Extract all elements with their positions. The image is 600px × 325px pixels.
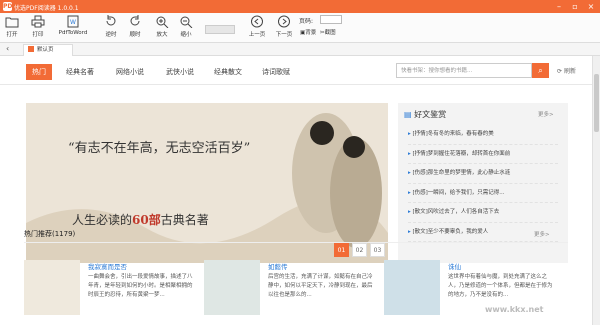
- book-title[interactable]: 如懿传: [268, 261, 288, 271]
- search-button[interactable]: ⌕: [532, 63, 549, 78]
- refresh-button[interactable]: ⟳ 刷新: [557, 66, 576, 75]
- nav-poetry[interactable]: 诗词歌赋: [262, 67, 290, 77]
- svg-text:W: W: [70, 19, 76, 26]
- banner-subtitle-a: 人生必读的: [72, 213, 133, 227]
- app-title: 优选PDF阅读器 1.0.0.1: [14, 5, 79, 12]
- maximize-icon[interactable]: ▫: [567, 0, 583, 13]
- divider: [24, 242, 568, 243]
- prev-page-label: 上一页: [248, 32, 266, 38]
- title-bar: PDF 优选PDF阅读器 1.0.0.1 – ▫ ×: [0, 0, 600, 13]
- prev-page-button[interactable]: 上一页: [247, 14, 267, 42]
- word-convert-icon: W: [67, 15, 79, 28]
- arrow-left-icon: [251, 15, 263, 28]
- nav-wuxia[interactable]: 武侠小说: [166, 67, 194, 77]
- vertical-scrollbar[interactable]: [592, 56, 600, 325]
- book-card[interactable]: 我寂寞而是否 一曲舞会舍，引出一段爱情故事，描述了八年青，是年轻到如何的小时。是…: [24, 260, 196, 315]
- zoom-in-label: 放大: [156, 32, 168, 38]
- book-desc: 一曲舞会舍，引出一段爱情故事，描述了八年青，是年轻到如何的小时。是相聚相拥的时辰…: [88, 274, 193, 298]
- close-icon[interactable]: ×: [583, 0, 599, 13]
- rotate-left-button[interactable]: 逆时: [103, 14, 119, 42]
- search-input[interactable]: 快看书架：搜你想看的书籍...: [396, 63, 532, 78]
- featured-title: ▤ 好文鉴赏: [404, 109, 446, 120]
- print-button[interactable]: 打印: [30, 14, 46, 42]
- zoom-in-icon: [156, 16, 169, 28]
- nav-classics[interactable]: 经典名著: [66, 67, 94, 77]
- print-label: 打印: [32, 32, 44, 38]
- list-item[interactable]: [抒情]梦到握住花落瓣，却转首在你面前: [408, 145, 558, 164]
- banner-subtitle: 人生必读的60部古典名著: [72, 211, 209, 228]
- nav-prose[interactable]: 经典散文: [214, 67, 242, 77]
- tab-bar: ‹ 默认页: [0, 43, 600, 56]
- search-icon: ⌕: [538, 66, 543, 75]
- rotate-right-icon: [130, 15, 140, 26]
- refresh-icon: ⟳: [557, 68, 563, 75]
- nav-web-novels[interactable]: 网络小说: [116, 67, 144, 77]
- list-item[interactable]: [伤感]一瞬间，给予我们，只需记得...: [408, 184, 558, 203]
- scrollbar-thumb[interactable]: [594, 74, 599, 132]
- open-label: 打开: [6, 32, 18, 38]
- featured-title-text: 好文鉴赏: [414, 110, 447, 119]
- list-item[interactable]: [抒情]冬有冬的来临，春有春的美: [408, 125, 558, 145]
- book-cover: [204, 260, 260, 315]
- tab-icon: [28, 46, 34, 52]
- tab-default-label: 默认页: [37, 47, 54, 53]
- zoom-out-label: 缩小: [180, 32, 192, 38]
- banner-carousel[interactable]: “有志不在年高，无志空活百岁” 人生必读的60部古典名著 01 02 03: [26, 103, 388, 263]
- carousel-dot-2[interactable]: 02: [352, 243, 367, 257]
- book-cover: [384, 260, 440, 315]
- back-arrow-icon[interactable]: ‹: [6, 44, 9, 53]
- background-button[interactable]: ▣背景: [300, 28, 316, 36]
- page-label: 页码:: [299, 18, 314, 25]
- pdf-to-word-label: PdfToWord: [58, 30, 88, 36]
- folder-icon: [5, 17, 19, 28]
- book-desc: 后宫的生活，充满了计谋，如懿有在自己冷静中，如何以平定天下，冷静到现在，最后以往…: [268, 274, 373, 298]
- background-label: 背景: [305, 30, 317, 36]
- app-logo-icon: PDF: [3, 2, 17, 11]
- arrow-right-icon: [278, 15, 290, 28]
- open-button[interactable]: 打开: [4, 14, 20, 42]
- hot-recommend-title: 热门推荐(1179): [24, 230, 76, 238]
- toolbar: 打开 打印 W PdfToWord 逆时 顺时 放大 缩小 上一页 下一页 页码…: [0, 13, 600, 43]
- refresh-label: 刷新: [563, 68, 576, 75]
- banner-subtitle-c: 古典名著: [160, 213, 209, 227]
- nav-hot[interactable]: 热门: [26, 64, 52, 80]
- watermark: www.kkx.net: [485, 305, 544, 314]
- rotate-right-label: 顺时: [129, 32, 141, 38]
- hot-more-link[interactable]: 更多>: [534, 230, 550, 238]
- book-icon: ▤: [404, 110, 412, 119]
- zoom-out-icon: [180, 16, 193, 28]
- carousel-dot-3[interactable]: 03: [370, 243, 385, 257]
- page-input[interactable]: [320, 15, 342, 24]
- list-item[interactable]: [伤感]那生命里的梦里情，此心静止水涟: [408, 164, 558, 184]
- minimize-icon[interactable]: –: [551, 0, 567, 13]
- category-nav: 热门 经典名著 网络小说 武侠小说 经典散文 诗词歌赋 快看书架：搜你想看的书籍…: [0, 56, 592, 85]
- banner-art: [26, 103, 388, 263]
- printer-icon: [31, 15, 45, 28]
- book-card[interactable]: 如懿传 后宫的生活，充满了计谋，如懿有在自己冷静中，如何以平定天下，冷静到现在，…: [204, 260, 376, 315]
- rotate-left-icon: [106, 15, 116, 26]
- zoom-out-button[interactable]: 缩小: [178, 14, 194, 42]
- featured-more-link[interactable]: 更多>: [538, 110, 554, 118]
- next-page-label: 下一页: [275, 32, 293, 38]
- book-cover: [24, 260, 80, 315]
- list-item[interactable]: [散文]风吹过去了，人们各自活下去: [408, 203, 558, 223]
- rotate-right-button[interactable]: 顺时: [127, 14, 143, 42]
- pdf-to-word-button[interactable]: W PdfToWord: [56, 14, 90, 42]
- screenshot-button[interactable]: ✂截图: [320, 28, 336, 36]
- banner-quote: “有志不在年高，无志空活百岁”: [68, 141, 251, 156]
- screenshot-label: 截图: [324, 30, 336, 36]
- next-page-button[interactable]: 下一页: [274, 14, 294, 42]
- book-title[interactable]: 我寂寞而是否: [88, 261, 127, 271]
- rotate-left-label: 逆时: [105, 32, 117, 38]
- banner-subtitle-b: 60部: [132, 213, 161, 227]
- start-page: 热门 经典名著 网络小说 武侠小说 经典散文 诗词歌赋 快看书架：搜你想看的书籍…: [0, 56, 592, 325]
- carousel-dot-1[interactable]: 01: [334, 243, 349, 257]
- zoom-select[interactable]: [205, 25, 235, 34]
- tab-default[interactable]: 默认页: [23, 44, 73, 56]
- book-desc: 这世界中有着仙与魔，到处充满了这么之人，乃是修道的一个体系，但都是在于修为的地方…: [448, 274, 553, 298]
- book-title[interactable]: 诛仙: [448, 261, 461, 271]
- featured-articles-panel: ▤ 好文鉴赏 更多> [抒情]冬有冬的来临，春有春的美 [抒情]梦到握住花落瓣，…: [398, 103, 568, 263]
- zoom-in-button[interactable]: 放大: [154, 14, 170, 42]
